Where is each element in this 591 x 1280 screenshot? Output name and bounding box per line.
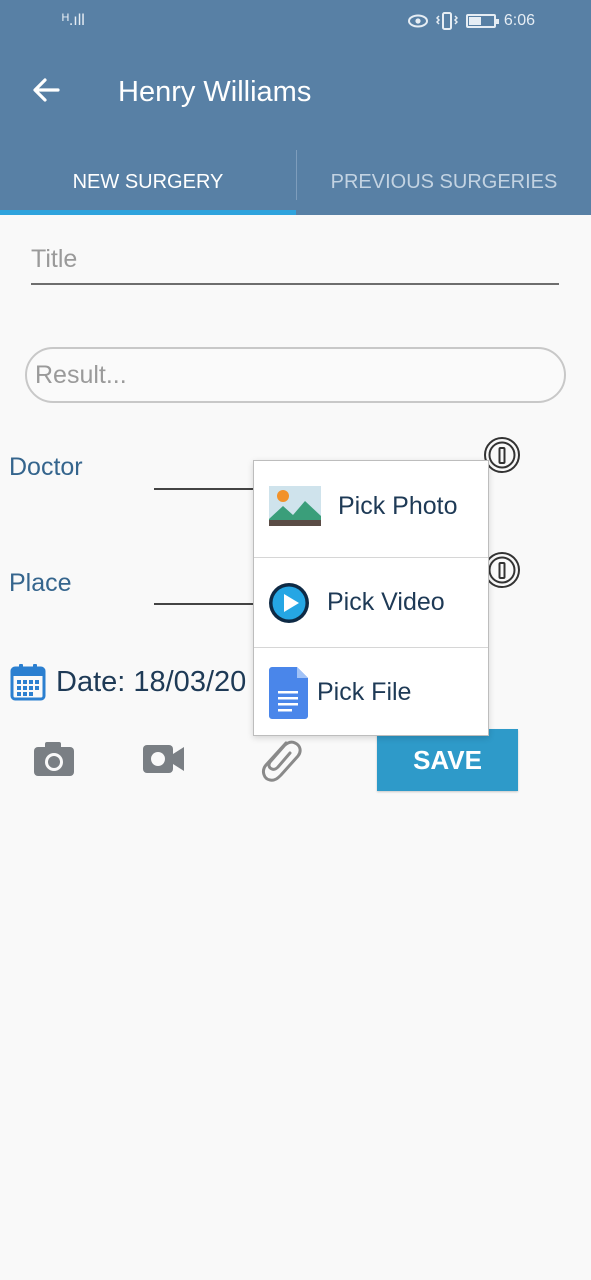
page-title: Henry Williams [118,76,312,108]
place-label: Place [9,569,72,597]
back-arrow-icon[interactable] [28,72,64,108]
attachment-popup-menu: Pick Photo Pick Video Pick File [253,460,489,736]
tab-new-surgery[interactable]: NEW SURGERY [0,150,296,215]
status-right: 6:06 [407,12,535,30]
doctor-input[interactable] [154,488,254,490]
status-bar: ᴴ.ıll 6:06 [0,0,591,46]
pick-photo-label: Pick Photo [338,491,458,520]
date-text: Date: 18/03/20 [56,665,247,698]
tab-previous-surgeries[interactable]: PREVIOUS SURGERIES [297,150,591,215]
photo-icon [269,486,321,526]
paperclip-icon[interactable] [256,735,304,785]
date-row[interactable]: Date: 18/03/20 [10,660,246,704]
pick-file-label: Pick File [317,678,412,706]
pick-video-label: Pick Video [327,588,445,616]
document-icon [269,666,308,719]
camera-icon[interactable] [33,740,75,778]
pick-file-item[interactable]: Pick File [254,647,488,737]
doctor-label: Doctor [9,453,83,481]
status-time: 6:06 [503,12,535,29]
video-camera-icon[interactable] [142,742,186,776]
tab-bar: NEW SURGERY PREVIOUS SURGERIES [0,150,591,215]
eye-icon [407,14,428,28]
title-placeholder: Title [31,245,78,273]
calendar-icon [10,664,46,701]
title-input[interactable]: Title [31,245,559,285]
place-input[interactable] [154,603,254,605]
signal-icon: ᴴ.ıll [62,12,85,29]
pick-photo-item[interactable]: Pick Photo [254,461,488,551]
result-placeholder: Result... [35,360,127,389]
save-button[interactable]: SAVE [377,729,518,791]
pick-video-item[interactable]: Pick Video [254,557,488,647]
battery-icon [465,14,499,28]
app-bar: ᴴ.ıll 6:06 Henry Williams NEW SURGERY PR… [0,0,591,215]
play-icon [269,582,309,623]
tab-active-indicator [0,210,296,215]
result-input[interactable]: Result... [25,347,566,403]
vibrate-icon [435,12,458,30]
